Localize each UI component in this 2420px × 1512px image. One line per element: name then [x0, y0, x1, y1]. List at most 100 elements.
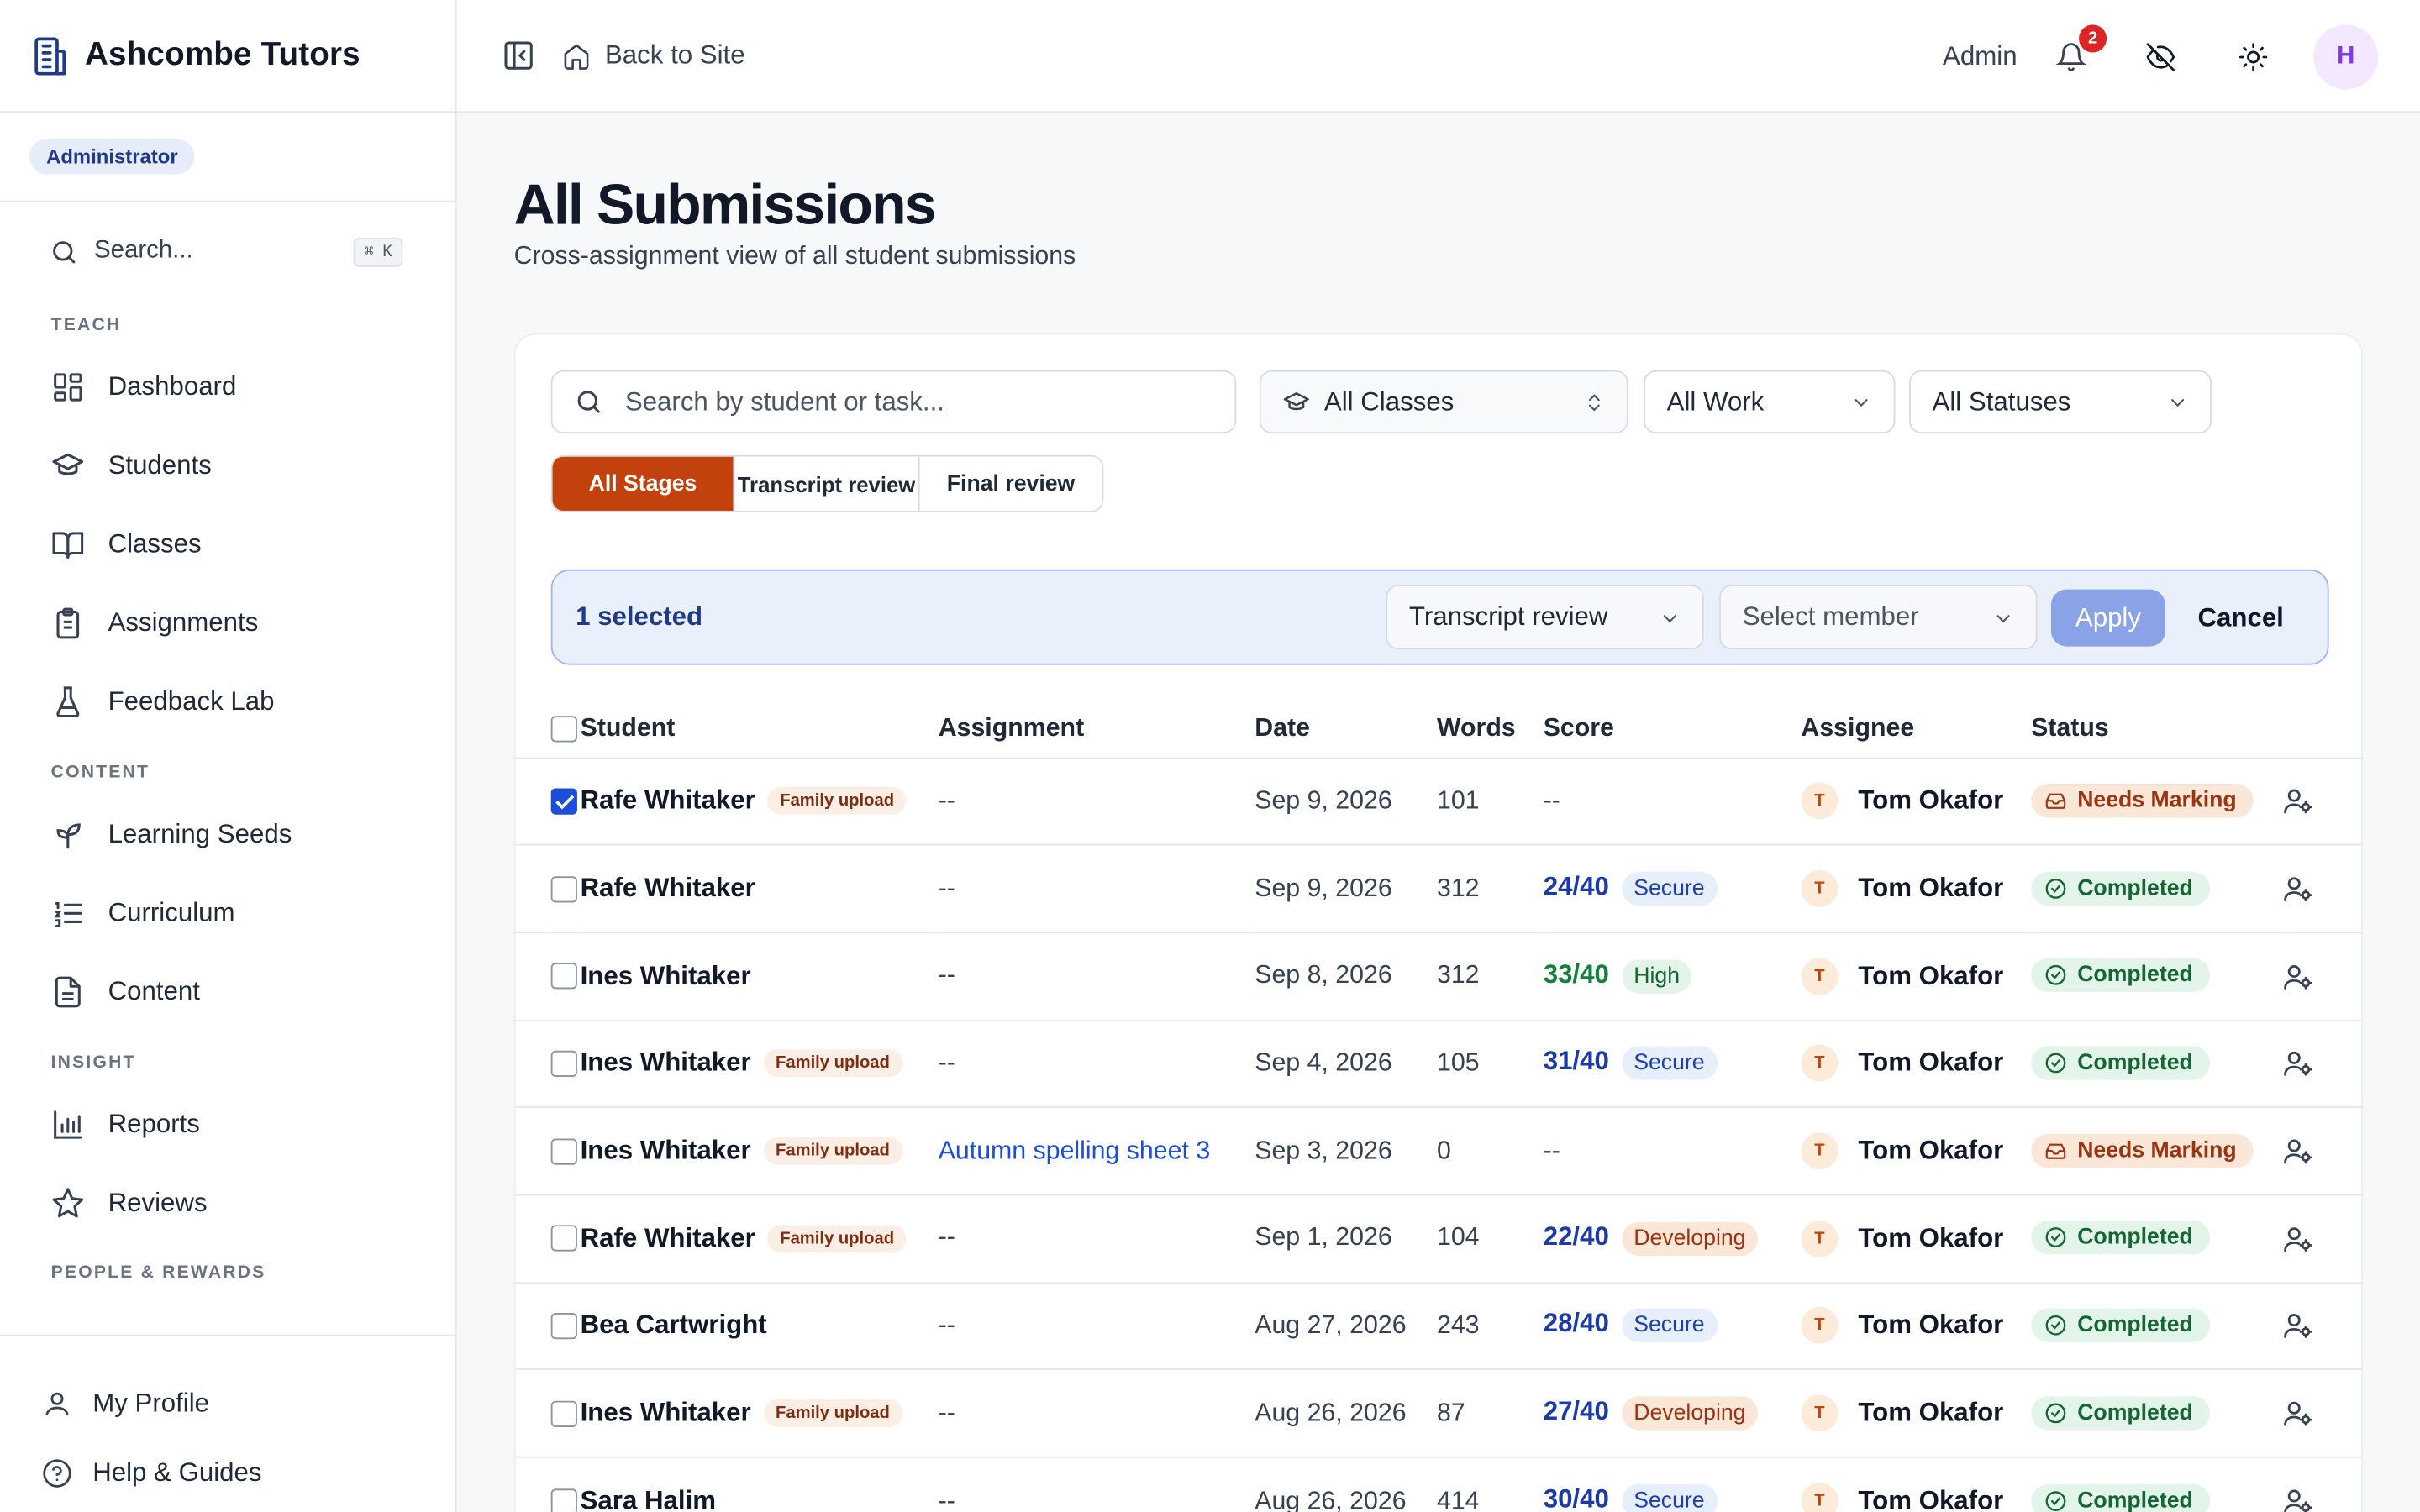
- reassign-button[interactable]: [2282, 1398, 2313, 1429]
- assignee: T Tom Okafor: [1801, 1045, 2031, 1083]
- reassign-button[interactable]: [2282, 786, 2313, 817]
- assignee-name: Tom Okafor: [1858, 1135, 2004, 1165]
- stage-transcript-review-button[interactable]: Transcript review: [734, 456, 920, 511]
- sidebar-item-reviews[interactable]: Reviews: [0, 1163, 455, 1242]
- search-icon: [577, 391, 600, 413]
- back-to-site-link[interactable]: Back to Site: [562, 40, 745, 71]
- row-checkbox[interactable]: [550, 1400, 577, 1427]
- words-cell: 243: [1436, 1311, 1480, 1340]
- stage-all-stages-button[interactable]: All Stages: [552, 456, 735, 511]
- building-logo-icon: [34, 36, 66, 75]
- sidebar-item-help[interactable]: Help & Guides: [0, 1438, 455, 1508]
- user-avatar[interactable]: H: [2313, 24, 2379, 89]
- table-row[interactable]: Ines Whitaker Family upload Autumn spellin…: [515, 1106, 2363, 1195]
- sidebar-item-learning-seeds[interactable]: Learning Seeds: [0, 795, 455, 874]
- table-row[interactable]: Bea Cartwright -- Aug 27, 2026 243 28/40 Secu…: [515, 1281, 2363, 1370]
- assignee-name: Tom Okafor: [1858, 1047, 2004, 1078]
- column-header-student[interactable]: Student: [581, 702, 939, 758]
- column-header-score[interactable]: Score: [1544, 702, 1802, 758]
- table-body: Rafe Whitaker Family upload -- Sep 9, 2026 1…: [515, 756, 2363, 1512]
- student-name[interactable]: Rafe Whitaker: [581, 786, 755, 816]
- row-checkbox[interactable]: [550, 1226, 577, 1252]
- status-badge: Completed: [2031, 870, 2211, 906]
- row-checkbox[interactable]: [550, 1488, 577, 1512]
- assignment-cell: --: [938, 874, 955, 902]
- table-row[interactable]: Rafe Whitaker -- Sep 9, 2026 312 24/40 Secure…: [515, 844, 2363, 933]
- user-cog-icon: [2284, 790, 2312, 815]
- table-row[interactable]: Rafe Whitaker Family upload -- Sep 9, 2026 1…: [515, 756, 2363, 845]
- status-badge: Needs Marking: [2031, 1133, 2254, 1168]
- table-row[interactable]: Rafe Whitaker Family upload -- Sep 1, 2026 1…: [515, 1194, 2363, 1283]
- admin-link[interactable]: Admin: [1943, 41, 2018, 72]
- row-checkbox[interactable]: [550, 875, 577, 902]
- search-input[interactable]: [624, 386, 1181, 417]
- reassign-button[interactable]: [2282, 1048, 2313, 1079]
- sidebar-toggle-icon[interactable]: [502, 39, 535, 72]
- bulk-stage-select[interactable]: Transcript review: [1386, 585, 1704, 650]
- cancel-button[interactable]: Cancel: [2197, 590, 2283, 647]
- sidebar-item-label: Classes: [108, 528, 202, 558]
- row-checkbox[interactable]: [550, 1050, 577, 1078]
- table-row[interactable]: Ines Whitaker -- Sep 8, 2026 312 33/40 High T T…: [515, 932, 2363, 1021]
- class-filter-select[interactable]: All Classes: [1259, 370, 1628, 434]
- column-header-words[interactable]: Words: [1437, 702, 1544, 758]
- stage-segmented-control: All Stages Transcript review Final revie…: [550, 454, 1104, 512]
- sidebar-item-curriculum[interactable]: Curriculum: [0, 874, 455, 953]
- student-name[interactable]: Rafe Whitaker: [581, 874, 755, 903]
- sidebar-item-assignments[interactable]: Assignments: [0, 583, 455, 662]
- column-header-date[interactable]: Date: [1255, 702, 1437, 758]
- sidebar-item-students[interactable]: Students: [0, 426, 455, 505]
- sidebar-search[interactable]: Search... ⌘ K: [50, 227, 406, 276]
- reassign-button[interactable]: [2282, 1136, 2313, 1167]
- student-name[interactable]: Ines Whitaker: [581, 1048, 751, 1078]
- column-header-assignment[interactable]: Assignment: [939, 702, 1255, 758]
- column-header-status[interactable]: Status: [2031, 702, 2289, 758]
- reassign-button[interactable]: [2282, 1223, 2313, 1254]
- sidebar-item-dashboard[interactable]: Dashboard: [0, 347, 455, 426]
- row-checkbox[interactable]: [550, 963, 577, 990]
- select-all-checkbox[interactable]: [550, 716, 577, 743]
- sidebar-item-classes[interactable]: Classes: [0, 505, 455, 584]
- row-checkbox[interactable]: [550, 788, 577, 815]
- file-text-icon: [55, 975, 81, 1007]
- stage-final-review-button[interactable]: Final review: [919, 456, 1102, 511]
- row-checkbox[interactable]: [550, 1313, 577, 1340]
- assignee-name: Tom Okafor: [1858, 1310, 2004, 1341]
- table-row[interactable]: Ines Whitaker Family upload -- Sep 4, 2026 1…: [515, 1019, 2363, 1108]
- brand[interactable]: Ashcombe Tutors: [0, 0, 455, 113]
- assignment-cell[interactable]: Autumn spelling sheet 3: [939, 1137, 1210, 1164]
- student-name[interactable]: Ines Whitaker: [581, 1398, 751, 1427]
- student-name[interactable]: Ines Whitaker: [581, 1136, 751, 1165]
- assignee-name: Tom Okafor: [1858, 1398, 2004, 1428]
- reassign-button[interactable]: [2282, 961, 2313, 992]
- assignee: T Tom Okafor: [1801, 958, 2031, 995]
- sidebar-item-my-profile[interactable]: My Profile: [0, 1368, 455, 1438]
- student-name[interactable]: Sara Halim: [581, 1486, 716, 1512]
- student-name[interactable]: Ines Whitaker: [581, 961, 751, 990]
- status-badge: Completed: [2031, 958, 2211, 993]
- student-name[interactable]: Rafe Whitaker: [581, 1223, 755, 1252]
- row-checkbox[interactable]: [550, 1137, 577, 1165]
- student-name[interactable]: Bea Cartwright: [581, 1310, 767, 1340]
- notifications-button[interactable]: 2: [2054, 24, 2107, 73]
- table-row[interactable]: Ines Whitaker Family upload -- Aug 26, 2026…: [515, 1368, 2363, 1457]
- sidebar-item-feedback-lab[interactable]: Feedback Lab: [0, 662, 455, 741]
- reassign-button[interactable]: [2282, 1486, 2313, 1512]
- sidebar-item-content[interactable]: Content: [0, 952, 455, 1031]
- table-row[interactable]: Sara Halim -- Aug 26, 2026 414 30/40 Secure T T…: [515, 1456, 2363, 1512]
- reassign-button[interactable]: [2282, 1310, 2313, 1341]
- reassign-button[interactable]: [2282, 874, 2313, 905]
- work-filter-select[interactable]: All Work: [1644, 370, 1896, 434]
- search-shortcut: ⌘ K: [353, 236, 403, 266]
- sidebar-item-reports[interactable]: Reports: [0, 1084, 455, 1163]
- submission-search[interactable]: [550, 370, 1237, 434]
- words-cell: 312: [1436, 874, 1480, 902]
- privacy-toggle-button[interactable]: [2144, 39, 2177, 73]
- status-filter-select[interactable]: All Statuses: [1908, 370, 2212, 434]
- member-select[interactable]: Select member: [1719, 585, 2038, 650]
- submissions-table: Student Assignment Date Words Score Assi…: [515, 702, 2363, 1512]
- status-label: Completed: [2077, 1400, 2193, 1425]
- apply-button[interactable]: Apply: [2050, 589, 2165, 647]
- theme-toggle-button[interactable]: [2236, 39, 2270, 73]
- column-header-assignee[interactable]: Assignee: [1801, 702, 2031, 758]
